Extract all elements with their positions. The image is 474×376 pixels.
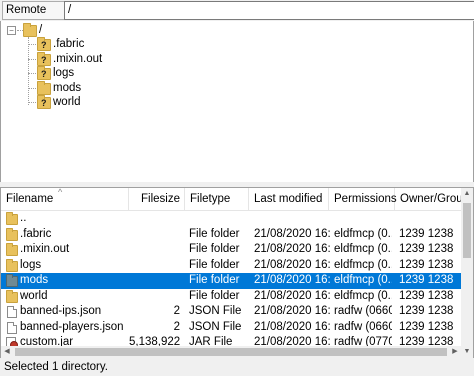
cell-filesize: 2 bbox=[173, 320, 180, 333]
cell-permissions: eldfmcp (0... bbox=[334, 227, 392, 240]
scroll-thumb[interactable] bbox=[463, 203, 471, 258]
cell-permissions: eldfmcp (0... bbox=[334, 258, 392, 271]
remote-directory-tree[interactable]: − / ? .fabric ? .mixin.out ? logs mods ?… bbox=[0, 21, 474, 183]
cell-owner-group: 1239 1238 bbox=[399, 320, 454, 333]
file-row[interactable]: .fabric File folder 21/08/2020 16:... eldfm… bbox=[1, 227, 461, 243]
tree-item[interactable]: ? world bbox=[28, 95, 228, 110]
file-row[interactable]: world File folder 21/08/2020 16:... eldfmcp… bbox=[1, 289, 461, 305]
scroll-right-icon[interactable]: ▶ bbox=[449, 346, 461, 358]
scroll-thumb[interactable] bbox=[15, 348, 447, 356]
cell-filetype: File folder bbox=[189, 258, 240, 271]
tree-item[interactable]: ? logs bbox=[28, 66, 228, 81]
file-row[interactable]: mods File folder 21/08/2020 16:... eldfmcp … bbox=[1, 273, 461, 289]
column-header-filetype[interactable]: Filetype bbox=[185, 188, 249, 210]
cell-filename: world bbox=[20, 289, 48, 302]
tree-item-label: mods bbox=[53, 81, 82, 94]
cell-permissions: eldfmcp (0... bbox=[334, 289, 392, 302]
folder-question-icon: ? bbox=[37, 66, 51, 80]
folder-question-icon: ? bbox=[37, 95, 51, 109]
tree-item-label: logs bbox=[53, 67, 75, 79]
tree-root[interactable]: − / bbox=[7, 23, 207, 38]
file-row[interactable]: .mixin.out File folder 21/08/2020 16:... el… bbox=[1, 242, 461, 258]
folder-icon bbox=[6, 212, 18, 225]
column-header-last-modified[interactable]: Last modified bbox=[249, 188, 329, 210]
collapse-icon[interactable]: − bbox=[7, 26, 16, 35]
cell-last-modified: 21/08/2020 16:... bbox=[254, 227, 330, 240]
file-row[interactable]: logs File folder 21/08/2020 16:... eldfmcp … bbox=[1, 258, 461, 274]
tree-root-label: / bbox=[39, 24, 43, 36]
file-row[interactable]: banned-players.json 2 JSON File 21/08/2020 … bbox=[1, 320, 461, 336]
file-icon bbox=[7, 321, 17, 334]
column-header-filename[interactable]: ^ Filename bbox=[1, 188, 129, 210]
cell-filesize: 2 bbox=[173, 305, 180, 317]
cell-permissions: radfw (0660) bbox=[334, 320, 392, 333]
scroll-left-icon[interactable]: ◀ bbox=[1, 346, 13, 358]
cell-owner-group: 1239 1238 bbox=[399, 305, 454, 317]
folder-icon bbox=[6, 274, 18, 287]
tree-item[interactable]: mods bbox=[28, 80, 228, 96]
tree-item[interactable]: ? .fabric bbox=[28, 37, 228, 52]
horizontal-scrollbar[interactable]: ◀ ▶ bbox=[1, 346, 461, 358]
cell-filename: .fabric bbox=[20, 227, 52, 240]
folder-icon bbox=[6, 227, 18, 241]
cell-filetype: JSON File bbox=[189, 305, 242, 317]
folder-icon bbox=[6, 243, 18, 256]
tree-item-label: .fabric bbox=[53, 38, 85, 50]
status-bar: Selected 1 directory. bbox=[0, 358, 474, 376]
cell-filename: .. bbox=[20, 212, 27, 224]
cell-owner-group: 1239 1238 bbox=[399, 243, 454, 255]
column-header-owner-group[interactable]: Owner/Group bbox=[395, 188, 469, 210]
remote-site-bar: Remote site: / bbox=[0, 0, 474, 33]
folder-question-icon: ? bbox=[37, 37, 51, 51]
cell-filename: banned-ips.json bbox=[20, 305, 102, 317]
remote-site-label: Remote site: bbox=[2, 1, 65, 33]
scroll-down-icon[interactable]: ▼ bbox=[461, 346, 473, 358]
cell-filename: logs bbox=[20, 258, 42, 271]
tree-item-label: .mixin.out bbox=[53, 52, 103, 65]
cell-owner-group: 1239 1238 bbox=[399, 274, 454, 286]
cell-last-modified: 21/08/2020 16:... bbox=[254, 243, 330, 255]
tree-item-label: world bbox=[53, 96, 81, 108]
cell-filename: mods bbox=[20, 274, 49, 286]
folder-question-icon: ? bbox=[37, 51, 51, 66]
scroll-up-icon[interactable]: ▲ bbox=[461, 188, 473, 200]
cell-permissions: radfw (0660) bbox=[334, 305, 392, 317]
cell-filetype: File folder bbox=[189, 289, 240, 302]
file-row[interactable]: banned-ips.json 2 JSON File 21/08/2020 16:.… bbox=[1, 304, 461, 320]
cell-owner-group: 1239 1238 bbox=[399, 289, 454, 302]
cell-filename: .mixin.out bbox=[20, 243, 70, 255]
file-row[interactable]: .. bbox=[1, 211, 461, 227]
folder-icon bbox=[23, 23, 37, 37]
folder-icon bbox=[37, 80, 51, 95]
cell-last-modified: 21/08/2020 16:... bbox=[254, 320, 330, 333]
tree-item[interactable]: ? .mixin.out bbox=[28, 51, 228, 67]
list-header: ^ Filename Filesize Filetype Last modifi… bbox=[1, 188, 469, 211]
cell-last-modified: 21/08/2020 16:... bbox=[254, 289, 330, 302]
vertical-scrollbar[interactable]: ▲ ▼ bbox=[461, 188, 473, 358]
cell-permissions: eldfmcp (0... bbox=[334, 243, 392, 255]
column-header-filesize[interactable]: Filesize bbox=[129, 188, 185, 210]
remote-path-input[interactable]: / bbox=[64, 1, 474, 20]
sort-ascending-icon: ^ bbox=[58, 187, 63, 197]
cell-permissions: eldfmcp (0... bbox=[334, 274, 392, 286]
cell-filename: banned-players.json bbox=[20, 320, 124, 333]
column-header-permissions[interactable]: Permissions bbox=[329, 188, 397, 210]
cell-filetype: File folder bbox=[189, 274, 240, 286]
cell-last-modified: 21/08/2020 16:... bbox=[254, 274, 330, 286]
cell-filetype: JSON File bbox=[189, 320, 242, 333]
cell-last-modified: 21/08/2020 16:... bbox=[254, 258, 330, 271]
cell-owner-group: 1239 1238 bbox=[399, 258, 454, 271]
remote-file-list[interactable]: ^ Filename Filesize Filetype Last modifi… bbox=[0, 187, 474, 359]
cell-last-modified: 21/08/2020 16:... bbox=[254, 305, 330, 317]
cell-filetype: File folder bbox=[189, 227, 240, 240]
file-icon bbox=[7, 306, 17, 318]
folder-icon bbox=[6, 258, 18, 272]
cell-owner-group: 1239 1238 bbox=[399, 227, 454, 240]
cell-filetype: File folder bbox=[189, 243, 240, 255]
folder-icon bbox=[6, 289, 18, 303]
